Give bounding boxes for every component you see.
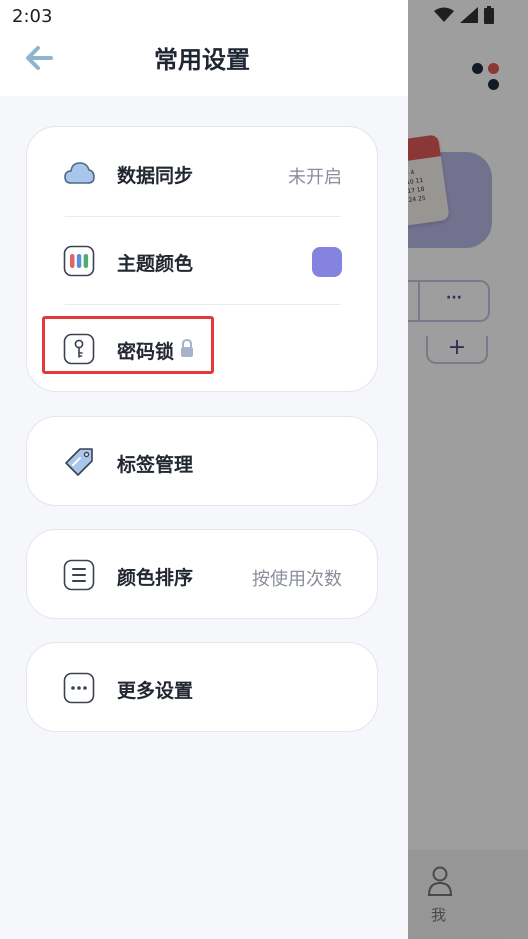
theme-color-row[interactable]: 主题颜色	[27, 217, 379, 305]
more-icon	[63, 672, 95, 704]
more-settings-row[interactable]: 更多设置	[27, 643, 379, 731]
highlight-box	[42, 316, 214, 374]
more-settings-label: 更多设置	[117, 680, 194, 702]
color-sort-label: 颜色排序	[117, 567, 194, 589]
settings-group-tags: 标签管理	[26, 416, 378, 506]
theme-color-swatch[interactable]	[312, 247, 342, 277]
header-bar: 2:03 常用设置	[0, 0, 408, 96]
tag-management-label: 标签管理	[117, 454, 194, 476]
palette-icon	[63, 245, 95, 277]
data-sync-label: 数据同步	[117, 165, 194, 187]
list-icon	[63, 559, 95, 591]
settings-drawer: 2:03 常用设置 数据同步 未开启 主题颜色 密码锁 标签管理 颜色排序 按使…	[0, 0, 408, 939]
settings-group-sort: 颜色排序 按使用次数	[26, 529, 378, 619]
page-title: 常用设置	[154, 46, 250, 74]
status-time: 2:03	[12, 6, 53, 27]
data-sync-value: 未开启	[288, 167, 342, 188]
tag-management-row[interactable]: 标签管理	[27, 417, 379, 505]
cloud-icon	[64, 162, 95, 184]
color-sort-value: 按使用次数	[252, 569, 342, 590]
theme-color-label: 主题颜色	[117, 253, 194, 275]
color-sort-row[interactable]: 颜色排序 按使用次数	[27, 530, 379, 618]
tag-icon	[65, 448, 93, 476]
data-sync-row[interactable]: 数据同步 未开启	[27, 129, 379, 217]
settings-group-more: 更多设置	[26, 642, 378, 732]
